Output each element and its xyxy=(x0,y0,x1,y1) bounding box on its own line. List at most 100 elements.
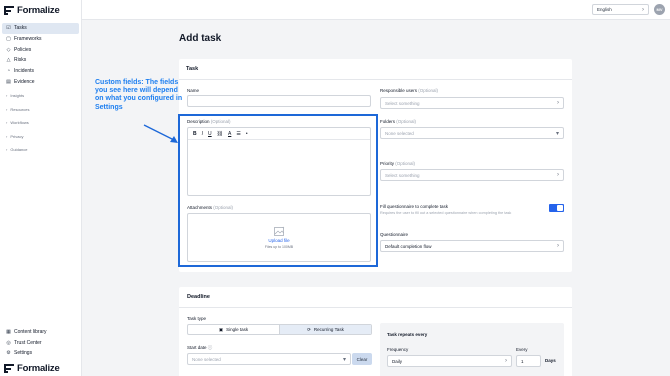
sidebar-item-tasks[interactable]: ☑ Tasks xyxy=(2,23,79,34)
start-date-select[interactable]: None selected ▾ xyxy=(187,353,351,365)
sidebar-group-label: Guidance xyxy=(10,147,28,153)
footer-logo: Formalize xyxy=(4,363,60,374)
chevron-down-icon: ▾ xyxy=(342,356,346,363)
sidebar-nav: ☑ Tasks ▢ Frameworks ◇ Policies △ Risks … xyxy=(2,23,79,87)
chevron-right-icon: › xyxy=(642,6,644,13)
chevron-right-icon: › xyxy=(505,358,507,364)
name-input[interactable] xyxy=(187,95,371,107)
formalize-logo-icon xyxy=(4,364,14,373)
sidebar-group-resources[interactable]: › Resources xyxy=(2,103,79,117)
sidebar-item-label: Trust Center xyxy=(14,339,42,346)
every-input[interactable]: 1 xyxy=(516,355,541,367)
chevron-right-icon: › xyxy=(6,133,8,139)
language-select[interactable]: English › xyxy=(592,4,649,15)
divider xyxy=(179,79,572,80)
language-value: English xyxy=(597,7,612,12)
questionnaire-toggle-label: Fill questionnaire to complete task xyxy=(380,204,449,209)
tasks-icon: ☑ xyxy=(6,25,11,32)
sidebar-item-settings[interactable]: ⚙ Settings xyxy=(2,348,79,359)
custom-fields-highlight xyxy=(178,114,378,267)
task-card-title: Task xyxy=(186,66,199,72)
help-icon: ⓘ xyxy=(207,345,213,350)
risks-icon: △ xyxy=(6,57,11,64)
evidence-icon: ▤ xyxy=(6,78,11,85)
sidebar-item-frameworks[interactable]: ▢ Frameworks xyxy=(2,34,79,45)
name-label: Name xyxy=(187,88,200,93)
task-type-label: Task type xyxy=(187,316,207,321)
sidebar-item-label: Settings xyxy=(14,350,33,357)
calendar-icon: ▣ xyxy=(218,326,224,332)
responsible-users-select[interactable]: Select something › xyxy=(380,97,564,109)
sidebar-item-evidence[interactable]: ▤ Evidence xyxy=(2,76,79,87)
sidebar-group-label: Privacy xyxy=(10,133,24,139)
incidents-icon: ◔ xyxy=(6,68,11,75)
avatar[interactable]: MV xyxy=(654,4,665,15)
sidebar-item-label: Incidents xyxy=(14,68,35,75)
sidebar-item-risks[interactable]: △ Risks xyxy=(2,55,79,66)
sidebar-group-privacy[interactable]: › Privacy xyxy=(2,130,79,144)
deadline-card-title: Deadline xyxy=(187,294,210,300)
frequency-label: Frequency xyxy=(387,347,409,352)
repeat-icon: ⟳ xyxy=(307,326,311,332)
chevron-right-icon: › xyxy=(6,120,8,126)
sidebar-item-content-library[interactable]: ▦ Content library xyxy=(2,327,79,338)
sidebar-item-label: Frameworks xyxy=(14,36,42,43)
folders-label: Folders (Optional) xyxy=(380,119,417,124)
repeats-label: Task repeats every xyxy=(387,332,428,337)
sidebar: Formalize ☑ Tasks ▢ Frameworks ◇ Policie… xyxy=(0,0,82,376)
divider xyxy=(179,307,572,308)
sidebar-item-trust-center[interactable]: ◎ Trust Center xyxy=(2,338,79,349)
frequency-select[interactable]: Daily › xyxy=(387,355,512,367)
chevron-down-icon: ▾ xyxy=(555,130,559,137)
sidebar-item-label: Tasks xyxy=(14,25,27,32)
folders-select[interactable]: None selected ▾ xyxy=(380,127,564,139)
settings-icon: ⚙ xyxy=(6,350,11,357)
task-type-toggle: ▣ Single task ⟳ Recurring Task xyxy=(187,324,372,335)
sidebar-group-label: Workflows xyxy=(10,120,29,126)
sidebar-group-label: Resources xyxy=(10,106,30,112)
chevron-right-icon: › xyxy=(6,147,8,153)
sidebar-item-label: Evidence xyxy=(14,78,35,85)
every-label: Every xyxy=(516,347,528,352)
start-date-label: Start date ⓘ xyxy=(187,345,213,350)
chevron-right-icon: › xyxy=(6,93,8,99)
clear-button[interactable]: Clear xyxy=(352,353,372,365)
page-title: Add task xyxy=(179,33,222,44)
chevron-right-icon: › xyxy=(557,243,559,249)
priority-select[interactable]: Select something › xyxy=(380,169,564,181)
chevron-right-icon: › xyxy=(557,100,559,106)
priority-label: Priority (Optional) xyxy=(380,161,416,166)
chevron-right-icon: › xyxy=(6,106,8,112)
topbar: English › MV xyxy=(82,0,670,20)
single-task-option[interactable]: ▣ Single task xyxy=(188,325,279,334)
recurring-task-option[interactable]: ⟳ Recurring Task xyxy=(279,325,371,334)
sidebar-group-guidance[interactable]: › Guidance xyxy=(2,143,79,157)
questionnaire-select[interactable]: Default completion flow › xyxy=(380,240,564,252)
sidebar-group-label: Insights xyxy=(10,93,25,99)
formalize-logo-icon xyxy=(4,6,14,15)
app-logo[interactable]: Formalize xyxy=(4,5,60,16)
custom-fields-callout: Custom fields: The fields you see here w… xyxy=(95,79,183,111)
app-name: Formalize xyxy=(17,363,60,374)
repeat-settings: Task repeats every Frequency Daily › Eve… xyxy=(380,323,564,376)
sidebar-group-workflows[interactable]: › Workflows xyxy=(2,116,79,130)
policies-icon: ◇ xyxy=(6,46,11,53)
sidebar-bottom: ▦ Content library ◎ Trust Center ⚙ Setti… xyxy=(2,327,79,359)
sidebar-groups: › Insights › Resources › Workflows › Pri… xyxy=(2,89,79,157)
arrow-icon xyxy=(143,124,178,143)
sidebar-item-policies[interactable]: ◇ Policies xyxy=(2,44,79,55)
questionnaire-toggle[interactable] xyxy=(549,204,564,212)
sidebar-item-label: Content library xyxy=(14,329,47,336)
app-name: Formalize xyxy=(17,5,60,16)
sidebar-item-label: Policies xyxy=(14,46,32,53)
sidebar-item-incidents[interactable]: ◔ Incidents xyxy=(2,66,79,77)
questionnaire-label: Questionnaire xyxy=(380,232,409,237)
responsible-users-label: Responsible users (Optional) xyxy=(380,88,439,93)
sidebar-item-label: Risks xyxy=(14,57,27,64)
chevron-right-icon: › xyxy=(557,172,559,178)
sidebar-group-insights[interactable]: › Insights xyxy=(2,89,79,103)
questionnaire-toggle-helper: Requires the user to fill out a selected… xyxy=(380,211,512,215)
library-icon: ▦ xyxy=(6,329,11,336)
trust-icon: ◎ xyxy=(6,339,11,346)
frameworks-icon: ▢ xyxy=(6,36,11,43)
